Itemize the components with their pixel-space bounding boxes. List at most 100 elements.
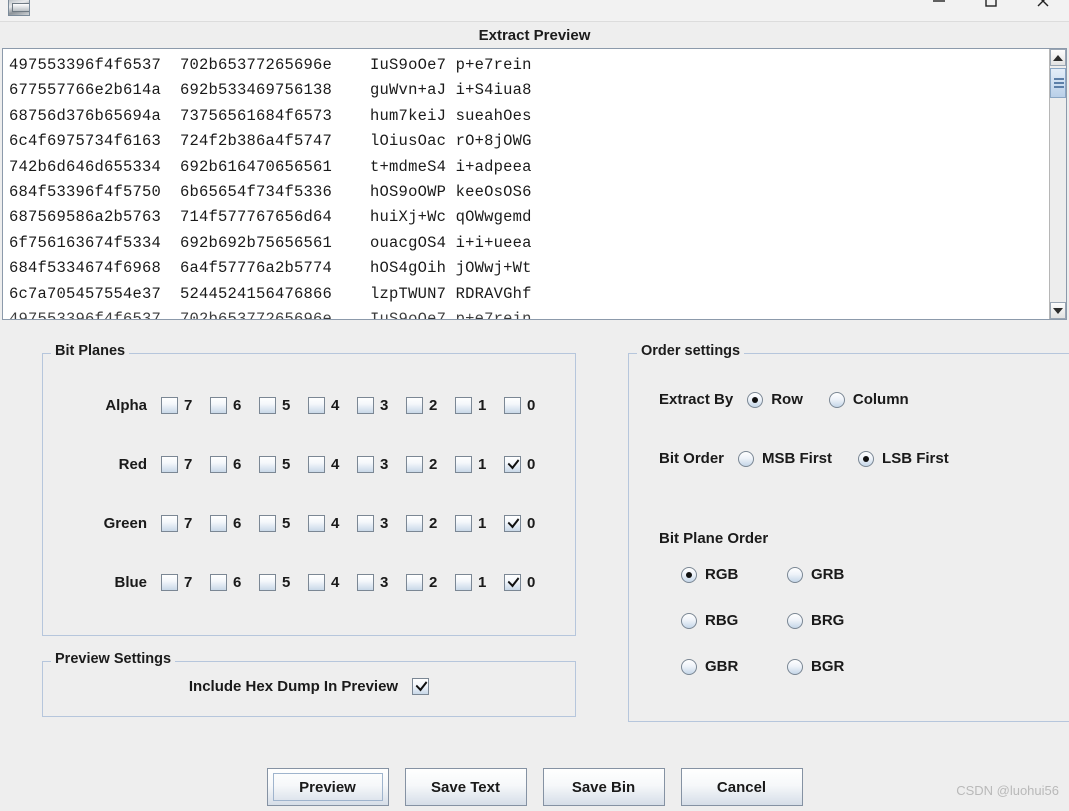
checkbox-alpha-bit-3[interactable] [357, 396, 374, 414]
checkbox-blue-bit-2[interactable] [406, 573, 423, 591]
checkbox-red-bit-2[interactable] [406, 455, 423, 473]
checkbox-green-bit-6[interactable] [210, 514, 227, 532]
bit-plane-row-green: Green 7 6 5 4 3 2 1 0 [43, 510, 575, 536]
checkbox-alpha-bit-1[interactable] [455, 396, 472, 414]
checkbox-green-bit-3[interactable] [357, 514, 374, 532]
checkbox-alpha-bit-0[interactable] [504, 396, 521, 414]
bit-plane-cell: 6 [210, 455, 259, 473]
radio-bit-plane-order-rbg[interactable]: RBG [681, 612, 787, 629]
close-button[interactable] [1017, 0, 1069, 16]
checkbox-green-bit-5[interactable] [259, 514, 276, 532]
checkbox-blue-bit-1[interactable] [455, 573, 472, 591]
checkbox-alpha-bit-6[interactable] [210, 396, 227, 414]
checkbox-red-bit-1[interactable] [455, 455, 472, 473]
checkbox-blue-bit-4[interactable] [308, 573, 325, 591]
hex-dump-line: 684f5334674f6968 6a4f57776a2b5774 hOS4gO… [9, 259, 532, 278]
checkbox-red-bit-3[interactable] [357, 455, 374, 473]
bit-plane-cell: 4 [308, 514, 357, 532]
radio-bit-order-lsb-first-indicator[interactable] [858, 450, 875, 467]
checkbox-green-bit-7[interactable] [161, 514, 178, 532]
hex-dump-line: 687569586a2b5763 714f577767656d64 huiXj+… [9, 208, 532, 227]
radio-bit-plane-order-brg[interactable]: BRG [787, 612, 893, 629]
checkbox-blue-bit-3[interactable] [357, 573, 374, 591]
checkbox-alpha-bit-7[interactable] [161, 396, 178, 414]
radio-bit-plane-order-gbr-indicator[interactable] [681, 658, 697, 675]
checkbox-blue-bit-5[interactable] [259, 573, 276, 591]
bit-order-row: Bit Order MSB First LSB First [659, 450, 975, 467]
checkbox-alpha-bit-2[interactable] [406, 396, 423, 414]
bit-number-label: 2 [429, 396, 438, 414]
radio-bit-plane-order-rgb-label: RGB [705, 566, 739, 583]
bit-plane-channel-label: Blue [114, 573, 147, 591]
checkbox-red-bit-5[interactable] [259, 455, 276, 473]
bit-number-label: 4 [331, 573, 340, 591]
bit-plane-cell: 2 [406, 396, 455, 414]
preview-vertical-scrollbar[interactable] [1049, 49, 1066, 319]
bit-number-label: 2 [429, 573, 438, 591]
bit-number-label: 2 [429, 455, 438, 473]
preview-button[interactable]: Preview [266, 768, 389, 806]
bit-plane-channel-label: Red [118, 455, 147, 473]
minimize-button[interactable] [913, 0, 965, 16]
radio-bit-plane-order-bgr[interactable]: BGR [787, 658, 893, 675]
radio-bit-plane-order-grb-indicator[interactable] [787, 566, 803, 583]
radio-bit-order-msb-first[interactable]: MSB First [738, 450, 832, 467]
cancel-button[interactable]: Cancel [680, 768, 803, 806]
bit-number-label: 7 [184, 455, 193, 473]
scrollbar-track[interactable] [1050, 66, 1066, 302]
radio-bit-plane-order-brg-indicator[interactable] [787, 612, 803, 629]
hex-dump-line: 684f53396f4f5750 6b65654f734f5336 hOS9oO… [9, 182, 532, 201]
radio-bit-plane-order-rgb[interactable]: RGB [681, 566, 787, 583]
scroll-down-button[interactable] [1050, 302, 1066, 319]
checkbox-alpha-bit-5[interactable] [259, 396, 276, 414]
radio-bit-order-msb-first-indicator[interactable] [738, 450, 755, 467]
checkbox-green-bit-4[interactable] [308, 514, 325, 532]
maximize-button[interactable] [965, 0, 1017, 16]
order-settings-legend: Order settings [637, 343, 745, 359]
radio-bit-plane-order-gbr[interactable]: GBR [681, 658, 787, 675]
radio-extract-by-row[interactable]: Row [747, 391, 803, 408]
include-hex-dump-label: Include Hex Dump In Preview [188, 678, 399, 695]
checkbox-blue-bit-7[interactable] [161, 573, 178, 591]
radio-bit-plane-order-rbg-indicator[interactable] [681, 612, 697, 629]
checkbox-red-bit-6[interactable] [210, 455, 227, 473]
checkbox-green-bit-2[interactable] [406, 514, 423, 532]
hex-dump-line: 677557766e2b614a 692b533469756138 guWvn+… [9, 81, 532, 100]
dialog-title: Extract Preview [0, 23, 1069, 47]
hex-dump-text[interactable]: 497553396f4f6537 702b65377265696e IuS9oO… [3, 49, 1049, 319]
bit-number-label: 5 [282, 514, 291, 532]
radio-bit-order-lsb-first[interactable]: LSB First [858, 450, 949, 467]
checkbox-red-bit-0[interactable] [504, 455, 521, 473]
checkbox-green-bit-1[interactable] [455, 514, 472, 532]
scroll-up-button[interactable] [1050, 49, 1066, 66]
hex-dump-line: 68756d376b65694a 73756561684f6573 hum7ke… [9, 106, 532, 125]
radio-extract-by-column[interactable]: Column [828, 391, 909, 408]
scrollbar-thumb[interactable] [1050, 68, 1066, 98]
save-bin-button[interactable]: Save Bin [542, 768, 665, 806]
bit-plane-cell: 0 [504, 396, 553, 414]
hex-dump-line: 6c4f6975734f6163 724f2b386a4f5747 lOiusO… [9, 132, 532, 151]
radio-bit-plane-order-rgb-indicator[interactable] [681, 566, 697, 583]
checkbox-blue-bit-0[interactable] [504, 573, 521, 591]
checkbox-green-bit-0[interactable] [504, 514, 521, 532]
radio-extract-by-row-indicator[interactable] [747, 391, 764, 408]
bit-plane-cell: 0 [504, 455, 553, 473]
bit-number-label: 4 [331, 455, 340, 473]
checkbox-red-bit-4[interactable] [308, 455, 325, 473]
checkbox-red-bit-7[interactable] [161, 455, 178, 473]
bit-plane-cell: 6 [210, 514, 259, 532]
bit-plane-cell: 0 [504, 514, 553, 532]
preview-settings-legend: Preview Settings [51, 651, 176, 667]
bit-number-label: 6 [233, 455, 242, 473]
bit-order-options: MSB First LSB First [738, 450, 975, 467]
bit-plane-cell: 1 [455, 396, 504, 414]
save-text-button[interactable]: Save Text [404, 768, 527, 806]
watermark: CSDN @luohui56 [956, 783, 1059, 798]
radio-bit-plane-order-bgr-indicator[interactable] [787, 658, 803, 675]
radio-extract-by-column-indicator[interactable] [828, 391, 845, 408]
include-hex-dump-checkbox[interactable] [412, 678, 430, 695]
radio-bit-plane-order-grb[interactable]: GRB [787, 566, 893, 583]
extract-by-label: Extract By [659, 391, 734, 408]
checkbox-blue-bit-6[interactable] [210, 573, 227, 591]
checkbox-alpha-bit-4[interactable] [308, 396, 325, 414]
